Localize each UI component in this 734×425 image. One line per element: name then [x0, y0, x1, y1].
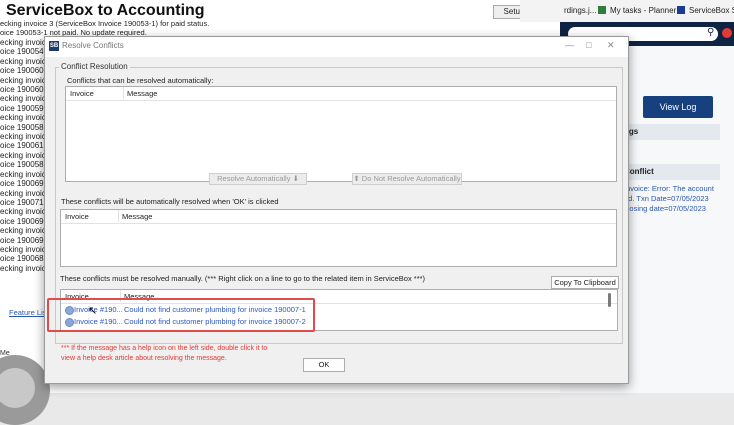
copy-to-clipboard-button[interactable]: Copy To Clipboard	[551, 276, 619, 289]
log-line: ecking invoice 1	[0, 263, 48, 273]
arrow-up-icon: ⬆	[353, 174, 360, 183]
log-line: oice 190060-3 n	[0, 85, 48, 95]
ok-button[interactable]: OK	[303, 358, 345, 372]
conflict-message: Invoice: Error: The account ed. Txn Date…	[624, 184, 714, 213]
minimize-icon[interactable]: —	[565, 40, 574, 50]
log-line: oice 190058-2 n	[0, 122, 48, 132]
log-line: ecking invoice 1	[0, 113, 48, 123]
servicebox-icon	[677, 6, 685, 14]
log-line: oice 190071-1 n	[0, 197, 48, 207]
resolve-automatically-button[interactable]: Resolve Automatically ⬇	[209, 173, 307, 185]
bookmark-item[interactable]: My tasks - Planner	[610, 6, 676, 15]
dialog-title: Resolve Conflicts	[62, 41, 124, 50]
column-header-invoice[interactable]: Invoice	[70, 89, 94, 98]
app-icon: SB	[49, 41, 59, 51]
log-line: ecking invoice 1	[0, 226, 48, 236]
help-note: *** If the message has a help icon on th…	[61, 345, 268, 362]
log-line: ecking invoice 1	[0, 244, 48, 254]
log-line: oice 190069-2 n	[0, 216, 48, 226]
log-line: ecking invoice 1	[0, 188, 48, 198]
scrollbar[interactable]	[608, 293, 611, 307]
log-line: ecking invoice 1	[0, 207, 48, 217]
settings-header: ngs	[622, 124, 720, 140]
log-line: oice 190069-1 n	[0, 179, 48, 189]
app-title: ServiceBox to Accounting	[6, 2, 205, 19]
notification-badge[interactable]	[722, 28, 732, 38]
log-line: oice 190068-2 n	[0, 254, 48, 264]
column-header-invoice[interactable]: Invoice	[65, 212, 89, 221]
log-line: ecking invoice 1	[0, 169, 48, 179]
maximize-icon[interactable]: □	[586, 40, 591, 50]
log-line: ecking invoice 1	[0, 94, 48, 104]
list-header: Invoice Message	[61, 210, 616, 224]
log-line: oice 190061-1 n	[0, 141, 48, 151]
log-line: ecking invoice 1	[0, 150, 48, 160]
log-line: oice 190060-2 n	[0, 66, 48, 76]
log-line: ecking invoice 1	[0, 38, 48, 47]
log-line: ecking invoice 3 (ServiceBox Invoice 190…	[0, 19, 210, 28]
group-label: Conflict Resolution	[59, 62, 130, 71]
mouse-cursor-icon: ↖	[88, 305, 98, 317]
planner-icon	[598, 6, 606, 14]
log-line: oice 190059-1 n	[0, 103, 48, 113]
column-header-message[interactable]: Message	[127, 89, 157, 98]
close-icon[interactable]: ✕	[607, 40, 615, 51]
log-top-lines: ecking invoice 3 (ServiceBox Invoice 190…	[0, 19, 210, 38]
ok-section-label: These conflicts will be automatically re…	[61, 197, 279, 206]
log-line: oice 190054-3 n	[0, 47, 48, 57]
log-line: oice 190069-3 n	[0, 235, 48, 245]
list-header: Invoice Message	[66, 87, 616, 101]
bookmark-item[interactable]: ServiceBox Sale	[689, 6, 734, 15]
log-line: ecking invoice 1	[0, 132, 48, 142]
log-line: ecking invoice 1	[0, 56, 48, 66]
auto-conflicts-list[interactable]: Invoice Message	[65, 86, 617, 182]
column-divider	[123, 87, 124, 99]
bookmark-item[interactable]: rdings.j...	[564, 6, 596, 15]
conflict-header: Conflict	[622, 164, 720, 180]
do-not-resolve-automatically-button[interactable]: ⬆ Do Not Resolve Automatically	[352, 173, 462, 185]
view-log-button[interactable]: View Log	[643, 96, 713, 118]
column-header-message[interactable]: Message	[122, 212, 152, 221]
log-line: oice 190058-3 n	[0, 160, 48, 170]
column-divider	[118, 210, 119, 222]
dialog-titlebar	[45, 37, 628, 57]
arrow-down-icon: ⬇	[292, 174, 299, 183]
search-icon[interactable]: ⚲	[707, 27, 714, 38]
log-line: ecking invoice 1	[0, 75, 48, 85]
log-area: ecking invoice 1oice 190054-3 necking in…	[0, 38, 48, 338]
auto-section-label: Conflicts that can be resolved automatic…	[67, 76, 214, 85]
ok-conflicts-list[interactable]: Invoice Message	[60, 209, 617, 267]
manual-section-label: These conflicts must be resolved manuall…	[60, 274, 426, 283]
button-label: Resolve Automatically	[217, 174, 291, 183]
button-label: Do Not Resolve Automatically	[361, 174, 461, 183]
feature-list-link[interactable]: Feature List	[9, 308, 49, 317]
